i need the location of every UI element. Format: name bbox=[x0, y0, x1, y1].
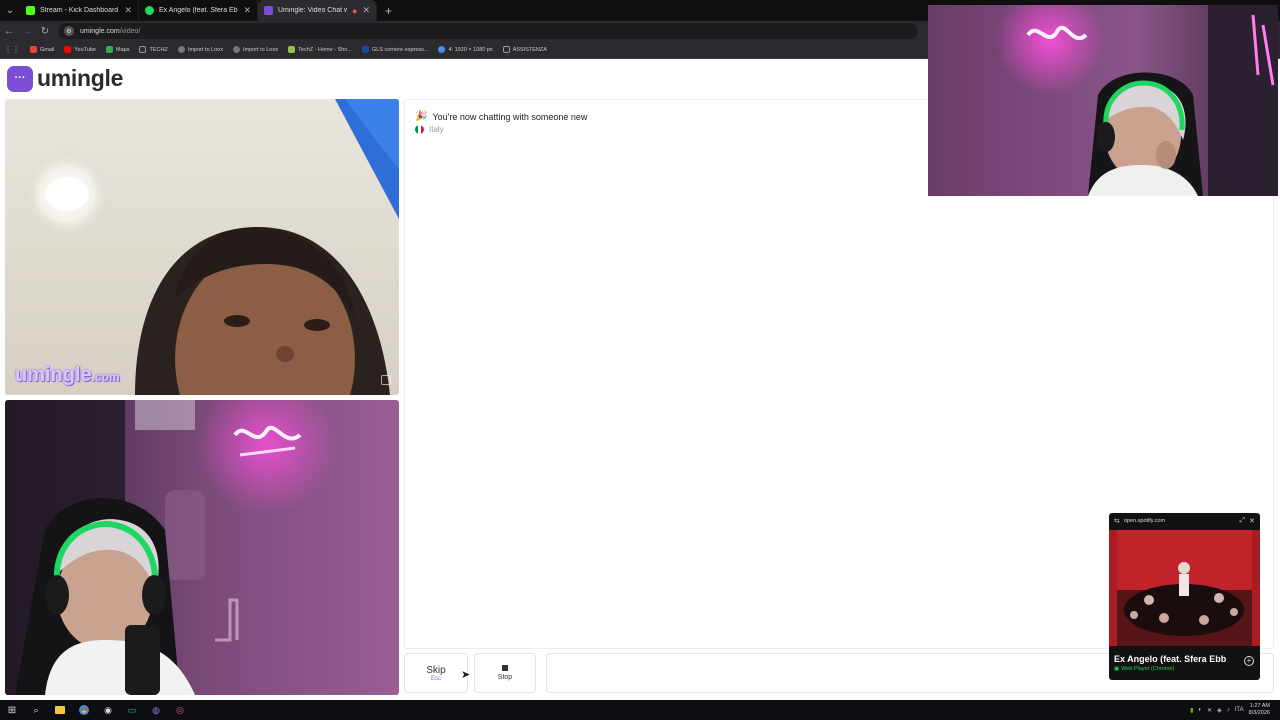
spotify-mini-player: ⇆ open.spotify.com ⤢ ✕ Ex Angelo (feat. … bbox=[1109, 513, 1260, 680]
globe-icon bbox=[232, 46, 240, 53]
bluetooth-icon[interactable]: ✕ bbox=[1207, 707, 1212, 714]
windows-taskbar: ⊞ ⌕ ◉ ▭ ◍ ◎ ▮ ◐ ✕ ◈ ♪ ITA 1:27 AM 8/3/202… bbox=[0, 700, 1280, 720]
file-explorer-icon[interactable] bbox=[48, 700, 72, 720]
expand-icon[interactable]: ⤢ bbox=[1240, 517, 1246, 525]
add-to-library-icon[interactable]: + bbox=[1244, 656, 1254, 666]
stranger-country: Italy bbox=[415, 125, 444, 134]
bookmark-resolution[interactable]: 4: 1920 × 1080 px bbox=[438, 46, 493, 53]
youtube-icon bbox=[64, 46, 72, 53]
bookmark-import-loox-2[interactable]: Import to Loox bbox=[232, 46, 278, 53]
windows-start-icon[interactable]: ⊞ bbox=[0, 700, 24, 720]
bookmark-gmail[interactable]: Gmail bbox=[30, 46, 54, 53]
stop-icon bbox=[502, 665, 508, 671]
device-icon: ▣ bbox=[1114, 666, 1120, 672]
kick-icon bbox=[26, 6, 35, 15]
close-icon[interactable]: ✕ bbox=[243, 5, 251, 16]
tab-kick-dashboard[interactable]: Stream - Kick Dashboard ✕ bbox=[20, 0, 139, 21]
stranger-video: umingle.com bbox=[5, 99, 399, 395]
bookmark-youtube[interactable]: YouTube bbox=[64, 46, 96, 53]
app-icon[interactable]: ◎ bbox=[168, 700, 192, 720]
tab-title: Stream - Kick Dashboard bbox=[40, 7, 119, 14]
tab-umingle[interactable]: Umingle: Video Chat with S... ● ✕ bbox=[258, 0, 377, 21]
url-field[interactable]: ⚙ umingle.com/video/ bbox=[58, 23, 918, 39]
album-art-image bbox=[1109, 530, 1260, 646]
album-art bbox=[1109, 530, 1260, 646]
tab-spotify[interactable]: Ex Angelo (feat. Sfera Ebb... ✕ bbox=[139, 0, 258, 21]
system-message-text: You're now chatting with someone new bbox=[432, 111, 588, 122]
shopify-icon bbox=[288, 46, 296, 53]
obs-icon[interactable]: ◍ bbox=[144, 700, 168, 720]
playback-source: ▣ Web Player (Chrome) bbox=[1114, 666, 1175, 672]
search-icon[interactable]: ⌕ bbox=[24, 700, 48, 720]
network-icon[interactable]: ◈ bbox=[1217, 707, 1222, 714]
folder-icon bbox=[139, 46, 147, 53]
tab-title: Ex Angelo (feat. Sfera Ebb... bbox=[159, 7, 238, 14]
gmail-icon bbox=[30, 46, 37, 53]
bookmark-gls[interactable]: GLS corriere espress... bbox=[361, 46, 428, 53]
close-icon[interactable]: ✕ bbox=[124, 5, 132, 16]
nvidia-icon[interactable]: ▮ bbox=[1190, 707, 1193, 714]
italy-flag-icon bbox=[415, 125, 424, 134]
clock-time: 1:27 AM bbox=[1249, 703, 1270, 710]
bookmark-folder-assistenza[interactable]: ASSISTENZA bbox=[502, 46, 547, 53]
close-icon[interactable]: ✕ bbox=[362, 5, 370, 16]
bookmark-techz-home[interactable]: TechZ - Home - Sho... bbox=[288, 46, 352, 53]
tab-search-icon[interactable]: ⌄ bbox=[0, 0, 20, 21]
steam-icon[interactable]: ◐ bbox=[1198, 707, 1202, 713]
github-icon[interactable]: ◉ bbox=[96, 700, 120, 720]
gls-icon bbox=[361, 46, 369, 53]
self-video bbox=[5, 400, 399, 695]
clock-date: 8/3/2026 bbox=[1248, 710, 1270, 716]
terminal-icon[interactable]: ▭ bbox=[120, 700, 144, 720]
skip-shortcut-hint: Esc bbox=[430, 675, 441, 682]
report-flag-icon[interactable] bbox=[381, 375, 391, 385]
spotify-icon bbox=[145, 6, 154, 15]
country-name: Italy bbox=[429, 125, 444, 134]
umingle-watermark: umingle.com bbox=[15, 364, 120, 386]
recording-icon: ● bbox=[352, 5, 358, 16]
spotify-header: ⇆ open.spotify.com ⤢ ✕ bbox=[1109, 513, 1260, 529]
clock[interactable]: 1:27 AM 8/3/2026 bbox=[1249, 703, 1270, 716]
chat-bubble-icon: ··· bbox=[7, 65, 33, 92]
party-icon: 🎉 bbox=[415, 111, 428, 122]
language-indicator[interactable]: ITA bbox=[1235, 707, 1244, 713]
globe-icon bbox=[177, 46, 185, 53]
mouse-cursor-icon: ➤ bbox=[461, 669, 471, 681]
resolution-icon bbox=[438, 46, 446, 53]
bookmark-folder-techz[interactable]: TECHZ bbox=[139, 46, 168, 53]
streamer-webcam-frame bbox=[928, 5, 1278, 196]
system-message: 🎉 You're now chatting with someone new bbox=[415, 111, 587, 122]
spotify-domain: open.spotify.com bbox=[1123, 518, 1166, 524]
tab-title: Umingle: Video Chat with S... bbox=[278, 7, 348, 14]
apps-icon[interactable]: ⋮⋮ bbox=[4, 45, 20, 54]
chrome-icon[interactable] bbox=[72, 700, 96, 720]
stranger-video-frame bbox=[5, 99, 399, 395]
bookmark-import-loox[interactable]: Import to Loox bbox=[177, 46, 223, 53]
logo-text: umingle bbox=[37, 65, 124, 91]
close-icon[interactable]: ✕ bbox=[1249, 517, 1255, 525]
folder-icon bbox=[502, 46, 510, 53]
maps-icon bbox=[106, 46, 113, 53]
pip-settings-icon[interactable]: ⇆ bbox=[1114, 517, 1120, 525]
stop-button[interactable]: Stop bbox=[474, 653, 536, 693]
skip-button[interactable]: Skip Esc bbox=[404, 653, 468, 693]
forward-icon[interactable]: → bbox=[18, 26, 36, 37]
umingle-icon bbox=[264, 6, 273, 15]
stop-label: Stop bbox=[497, 674, 513, 681]
track-title: Ex Angelo (feat. Sfera Ebb bbox=[1114, 654, 1227, 664]
reload-icon[interactable]: ↻ bbox=[36, 26, 54, 37]
volume-icon[interactable]: ♪ bbox=[1227, 707, 1230, 713]
system-tray: ▮ ◐ ✕ ◈ ♪ ITA 1:27 AM 8/3/2026 bbox=[1190, 703, 1280, 716]
bookmark-maps[interactable]: Maps bbox=[106, 46, 129, 53]
new-tab-button[interactable]: + bbox=[377, 4, 400, 18]
site-info-icon[interactable]: ⚙ bbox=[64, 26, 74, 36]
self-video-frame bbox=[5, 400, 399, 695]
url-text: umingle.com/video/ bbox=[80, 27, 141, 35]
back-icon[interactable]: ← bbox=[0, 26, 18, 37]
streamer-webcam-overlay bbox=[928, 5, 1278, 196]
skip-label: Skip bbox=[426, 664, 446, 676]
site-logo[interactable]: ··· umingle bbox=[7, 65, 123, 92]
